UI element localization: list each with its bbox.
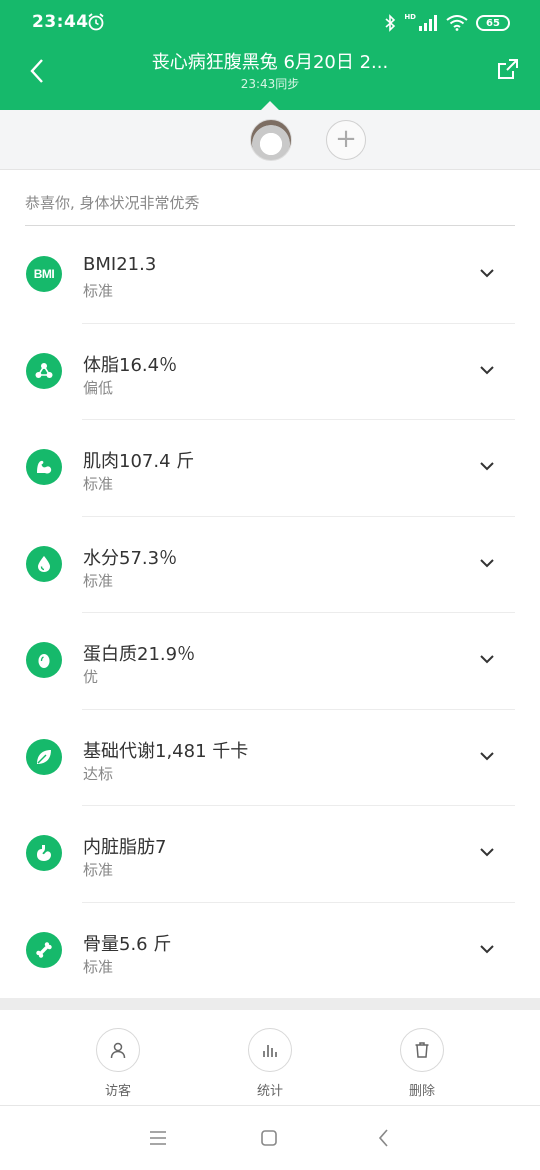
- status-icons: HD 65: [384, 12, 510, 34]
- bluetooth-icon: [385, 14, 396, 32]
- metric-value: 蛋白质21.9％: [83, 644, 196, 665]
- sync-time: 23:43同步: [240, 77, 300, 91]
- bmi-icon: BMI: [26, 256, 62, 292]
- wifi-icon: [446, 15, 468, 31]
- chevron-down-icon[interactable]: [478, 264, 496, 282]
- metric-status: 标准: [83, 957, 114, 976]
- metric-status: 标准: [83, 571, 114, 590]
- muscle-icon: [26, 449, 62, 485]
- chevron-down-icon[interactable]: [478, 843, 496, 861]
- body-fat-icon: [26, 352, 62, 389]
- stats-label: 统计: [256, 1084, 283, 1099]
- metric-status: 标准: [83, 282, 114, 300]
- bone-icon: [26, 931, 62, 968]
- metric-status: 达标: [83, 764, 114, 783]
- metric-row-visceral-fat[interactable]: 内脏脂肪7 标准: [0, 805, 540, 902]
- metric-row-water[interactable]: 水分57.3％ 标准: [0, 515, 540, 613]
- action-bar: 访客 统计 删除: [0, 1010, 540, 1106]
- system-navigation-bar: [0, 1106, 540, 1170]
- alarm-icon: [88, 13, 104, 31]
- share-icon[interactable]: [496, 57, 520, 81]
- metric-value: 肌肉107.4 斤: [83, 451, 195, 472]
- metric-row-bmi[interactable]: BMI BMI21.3 标准: [0, 226, 540, 323]
- metric-value: BMI21.3: [83, 254, 157, 275]
- metric-value: 内脏脂肪7: [83, 837, 167, 858]
- battery-level: 65: [486, 17, 500, 29]
- metric-status: 标准: [83, 861, 114, 879]
- back-icon[interactable]: [372, 1126, 396, 1150]
- person-icon: [96, 1028, 140, 1072]
- chevron-down-icon[interactable]: [478, 457, 496, 475]
- home-icon[interactable]: [257, 1126, 281, 1150]
- delete-label: 删除: [408, 1084, 435, 1099]
- network-type-label: HD: [404, 13, 416, 21]
- selected-user-caret: [261, 101, 279, 110]
- user-switcher: +: [0, 101, 540, 170]
- avatar[interactable]: [250, 119, 292, 161]
- page-title: 丧心病狂腹黑兔 6月20日 2...: [151, 52, 389, 73]
- metrics-list: BMI BMI21.3 标准 体脂16.4％ 偏低 肌肉107.4 斤 标准 水…: [0, 226, 540, 998]
- metric-value: 体脂16.4％: [83, 354, 178, 376]
- chevron-down-icon[interactable]: [478, 554, 496, 572]
- metric-value: 水分57.3％: [83, 547, 178, 569]
- metric-row-muscle[interactable]: 肌肉107.4 斤 标准: [0, 419, 540, 516]
- delete-button[interactable]: 删除: [382, 1028, 462, 1099]
- visitor-button[interactable]: 访客: [78, 1028, 158, 1099]
- metric-status: 标准: [83, 475, 114, 493]
- section-separator: [0, 998, 540, 1010]
- chevron-down-icon[interactable]: [478, 650, 496, 668]
- battery-indicator: 65: [476, 15, 510, 31]
- bmi-badge-text: BMI: [33, 267, 55, 281]
- health-summary: 恭喜你, 身体状况非常优秀: [25, 194, 200, 212]
- metric-status: 优: [83, 668, 99, 686]
- metric-row-body-fat[interactable]: 体脂16.4％ 偏低: [0, 322, 540, 420]
- back-arrow-icon[interactable]: [26, 56, 50, 86]
- add-user-button[interactable]: +: [326, 120, 366, 160]
- water-drop-icon: [26, 545, 62, 582]
- leaf-icon: [26, 738, 62, 775]
- metric-row-bone[interactable]: 骨量5.6 斤 标准: [0, 901, 540, 999]
- menu-icon[interactable]: [146, 1126, 170, 1150]
- metric-row-bmr[interactable]: 基础代谢1,481 千卡 达标: [0, 708, 540, 806]
- trash-icon: [400, 1028, 444, 1072]
- metric-value: 骨量5.6 斤: [83, 933, 172, 955]
- chevron-down-icon[interactable]: [478, 747, 496, 765]
- chevron-down-icon[interactable]: [478, 361, 496, 379]
- stats-button[interactable]: 统计: [230, 1028, 310, 1099]
- bar-chart-icon: [248, 1028, 292, 1072]
- metric-status: 偏低: [83, 378, 114, 397]
- stomach-icon: [26, 835, 62, 871]
- app-header: 23:44 HD 65 丧心病狂腹黑兔 6月20日 2... 23:43同步: [0, 0, 540, 110]
- visitor-label: 访客: [104, 1084, 131, 1099]
- status-bar: 23:44 HD 65: [0, 0, 540, 46]
- chevron-down-icon[interactable]: [478, 940, 496, 958]
- status-time: 23:44: [32, 12, 89, 32]
- signal-icon: [419, 15, 437, 31]
- metric-row-protein[interactable]: 蛋白质21.9％ 优: [0, 612, 540, 709]
- metric-value: 基础代谢1,481 千卡: [83, 740, 249, 762]
- egg-icon: [26, 642, 62, 678]
